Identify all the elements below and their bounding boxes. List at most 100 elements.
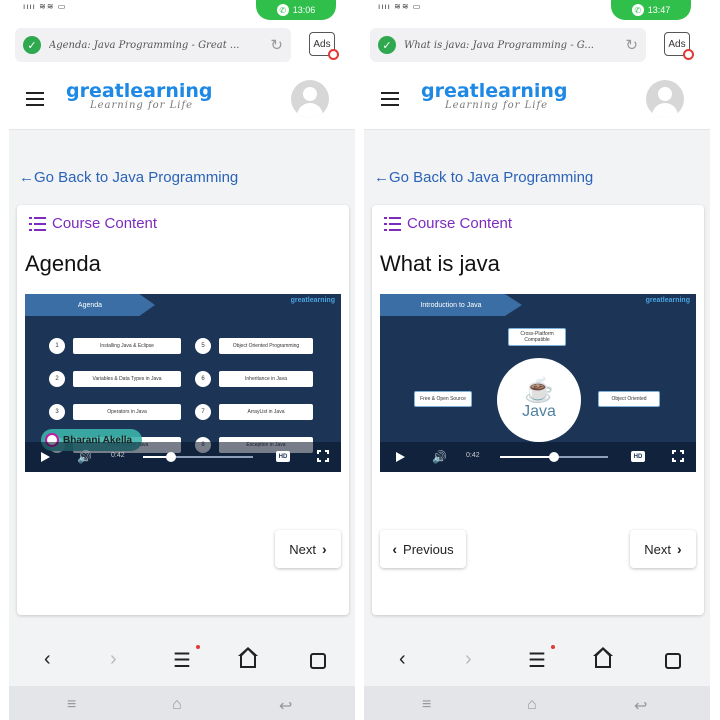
slide-banner: Agenda — [25, 294, 155, 316]
play-icon[interactable] — [41, 452, 50, 462]
agenda-number: 3 — [49, 404, 65, 420]
agenda-text: Operators in Java — [73, 404, 181, 420]
back-nav-icon[interactable]: ‹ — [399, 648, 406, 671]
course-content-button[interactable]: Course Content — [384, 215, 512, 232]
call-time: 13:47 — [647, 5, 671, 15]
previous-label: Previous — [403, 541, 454, 557]
volume-icon[interactable]: 🔊 — [77, 450, 92, 464]
site-logo[interactable]: greatlearning Learning for Life — [66, 80, 213, 111]
next-button[interactable]: Next › — [630, 530, 696, 568]
avatar[interactable] — [291, 80, 329, 118]
course-content-label: Course Content — [52, 215, 158, 232]
browser-bottom-nav: ‹ › ☰ — [9, 636, 355, 686]
reload-icon[interactable]: ↻ — [270, 36, 283, 54]
chevron-right-icon: › — [677, 541, 682, 557]
ad-block-button[interactable]: Ads — [309, 32, 339, 60]
previous-button[interactable]: ‹ Previous — [380, 530, 466, 568]
coffee-cup-icon: ☕ — [524, 377, 554, 404]
forward-nav-icon[interactable]: › — [465, 648, 472, 671]
recent-apps-icon[interactable]: ≡ — [422, 696, 431, 714]
arrow-left-icon: ← — [374, 169, 389, 186]
menu-icon[interactable]: ☰ — [528, 648, 546, 673]
logo-text: greatlearning — [66, 80, 213, 102]
chevron-right-icon: › — [322, 541, 327, 557]
fullscreen-icon[interactable] — [317, 450, 329, 462]
next-button[interactable]: Next › — [275, 530, 341, 568]
back-link[interactable]: ←Go Back to Java Programming — [374, 169, 593, 186]
address-bar[interactable]: ✓ What is java: Java Programming - G... … — [370, 28, 646, 62]
agenda-text: Inheritance in Java — [219, 371, 313, 387]
call-time: 13:06 — [292, 5, 316, 15]
feature-box: Free & Open Source — [414, 391, 472, 407]
ads-label: Ads — [668, 38, 686, 50]
reload-icon[interactable]: ↻ — [625, 36, 638, 54]
video-controls: 🔊 0:42 HD — [380, 442, 696, 472]
browser-bottom-nav: ‹ › ☰ — [364, 636, 710, 686]
phone-icon: ✆ — [631, 4, 644, 16]
progress-handle[interactable] — [165, 452, 176, 462]
system-back-icon[interactable]: ↩ — [634, 696, 647, 716]
list-icon — [384, 216, 401, 231]
video-player[interactable]: Introduction to Java greatlearning Cross… — [380, 294, 696, 472]
agenda-item: 3 Operators in Java — [49, 404, 181, 420]
agenda-text: Installing Java & Eclipse — [73, 338, 181, 354]
back-link-label: Go Back to Java Programming — [389, 169, 594, 186]
status-bar: ıııı ≋≋ ▭ ✆ 13:47 — [364, 0, 710, 20]
site-header: greatlearning Learning for Life — [9, 72, 355, 130]
agenda-item: 1 Installing Java & Eclipse — [49, 338, 181, 354]
video-player[interactable]: Agenda greatlearning 1 Installing Java &… — [25, 294, 341, 472]
url-text[interactable]: Agenda: Java Programming - Great ... — [49, 40, 266, 51]
progress-handle[interactable] — [549, 452, 559, 462]
system-home-icon[interactable]: ⌂ — [527, 696, 537, 714]
phone-screen-left: ıııı ≋≋ ▭ ✆ 13:06 ✓ Agenda: Java Program… — [9, 0, 355, 720]
shield-check-icon: ✓ — [23, 36, 41, 54]
hamburger-menu-icon[interactable] — [381, 92, 399, 110]
hamburger-menu-icon[interactable] — [26, 92, 44, 110]
agenda-number: 7 — [195, 404, 211, 420]
agenda-item: 7 ArrayList in Java — [195, 404, 313, 420]
back-link-label: Go Back to Java Programming — [34, 169, 239, 186]
hd-badge[interactable]: HD — [276, 451, 290, 462]
agenda-number: 6 — [195, 371, 211, 387]
menu-icon[interactable]: ☰ — [173, 648, 191, 673]
phone-icon: ✆ — [276, 4, 289, 16]
status-icons: ıııı ≋≋ ▭ — [23, 2, 67, 11]
back-link[interactable]: ←Go Back to Java Programming — [19, 169, 238, 186]
notification-dot — [196, 645, 200, 649]
avatar[interactable] — [646, 80, 684, 118]
system-nav-bar: ≡ ⌂ ↩ — [9, 686, 355, 720]
lesson-card: Course Content What is java Introduction… — [372, 205, 704, 615]
agenda-item: 5 Object Oriented Programming — [195, 338, 313, 354]
course-content-button[interactable]: Course Content — [29, 215, 157, 232]
recent-apps-icon[interactable]: ≡ — [67, 696, 76, 714]
system-back-icon[interactable]: ↩ — [279, 696, 292, 716]
address-bar[interactable]: ✓ Agenda: Java Programming - Great ... ↻ — [15, 28, 291, 62]
volume-icon[interactable]: 🔊 — [432, 450, 447, 464]
forward-nav-icon[interactable]: › — [110, 648, 117, 671]
agenda-item: 6 Inheritance in Java — [195, 371, 313, 387]
site-logo[interactable]: greatlearning Learning for Life — [421, 80, 568, 111]
ad-block-button[interactable]: Ads — [664, 32, 694, 60]
url-text[interactable]: What is java: Java Programming - G... — [404, 40, 621, 51]
agenda-text: Object Oriented Programming — [219, 338, 313, 354]
video-time: 0:42 — [466, 452, 480, 459]
system-nav-bar: ≡ ⌂ ↩ — [364, 686, 710, 720]
call-indicator[interactable]: ✆ 13:06 — [256, 0, 336, 20]
slide-brand: greatlearning — [645, 297, 690, 304]
agenda-text: Variables & Data Types in Java — [73, 371, 181, 387]
tabs-icon[interactable] — [310, 653, 326, 669]
system-home-icon[interactable]: ⌂ — [172, 696, 182, 714]
back-nav-icon[interactable]: ‹ — [44, 648, 51, 671]
tabs-icon[interactable] — [665, 653, 681, 669]
slide-banner: Introduction to Java — [380, 294, 522, 316]
fullscreen-icon[interactable] — [672, 450, 684, 462]
hd-badge[interactable]: HD — [631, 451, 645, 462]
play-icon[interactable] — [396, 452, 405, 462]
logo-text: greatlearning — [421, 80, 568, 102]
call-indicator[interactable]: ✆ 13:47 — [611, 0, 691, 20]
arrow-left-icon: ← — [19, 169, 34, 186]
list-icon — [29, 216, 46, 231]
agenda-number: 2 — [49, 371, 65, 387]
next-label: Next — [644, 541, 672, 557]
agenda-text: ArrayList in Java — [219, 404, 313, 420]
